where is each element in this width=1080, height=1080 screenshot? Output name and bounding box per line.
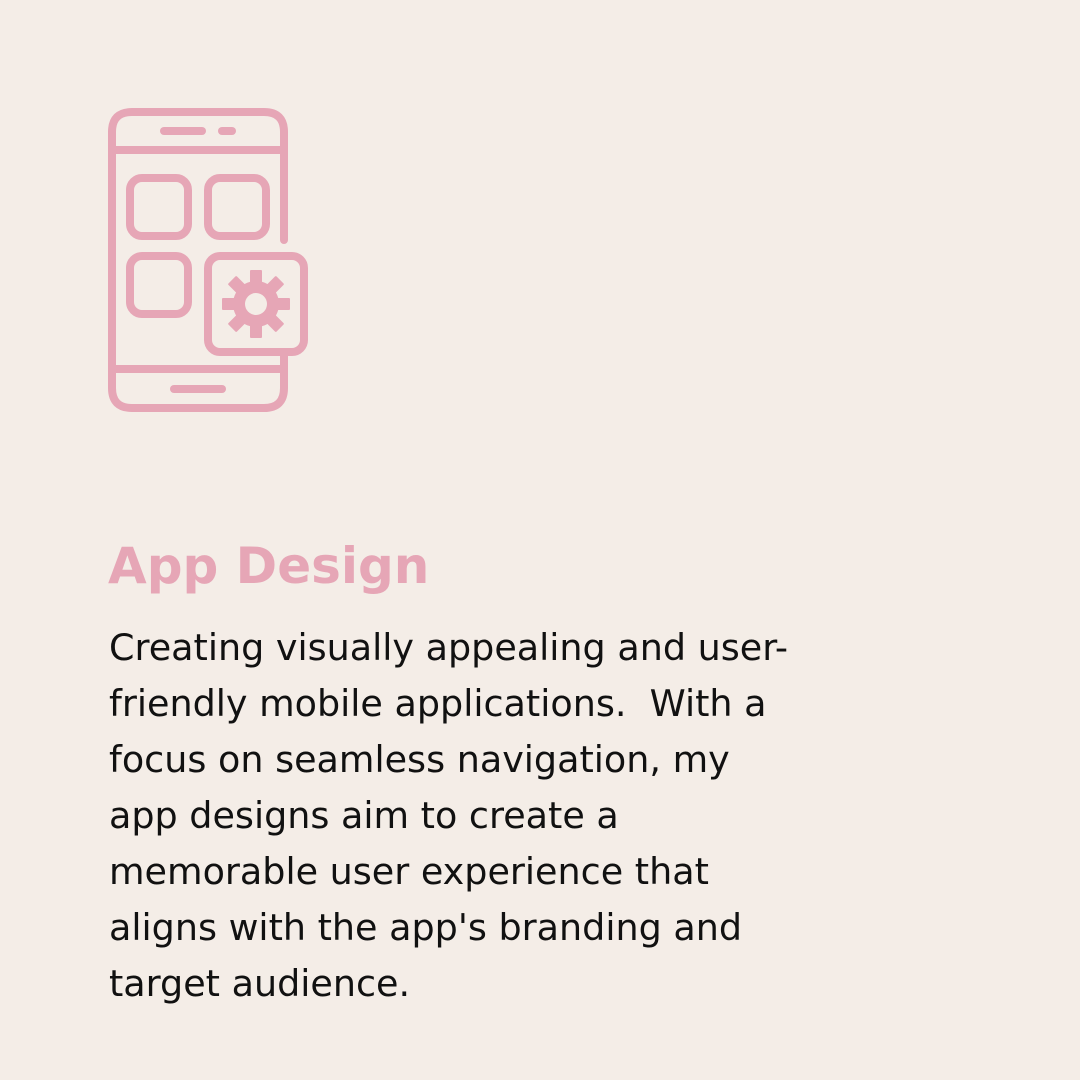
service-title: App Design [108,537,430,595]
mobile-app-settings-icon [104,104,314,416]
description-line: Creating visually appealing and user- [109,626,789,669]
phone-icon-graphic [108,108,308,412]
description-line: focus on seamless navigation, my [109,738,730,781]
service-card: App Design Creating visually appealing a… [0,0,1080,1080]
service-description: Creating visually appealing and user- fr… [109,620,869,1012]
description-line: memorable user experience that [109,850,709,893]
description-line: aligns with the app's branding and [109,906,743,949]
description-line: friendly mobile applications. With a [109,682,767,725]
description-line: target audience. [109,962,411,1005]
description-line: app designs aim to create a [109,794,619,837]
